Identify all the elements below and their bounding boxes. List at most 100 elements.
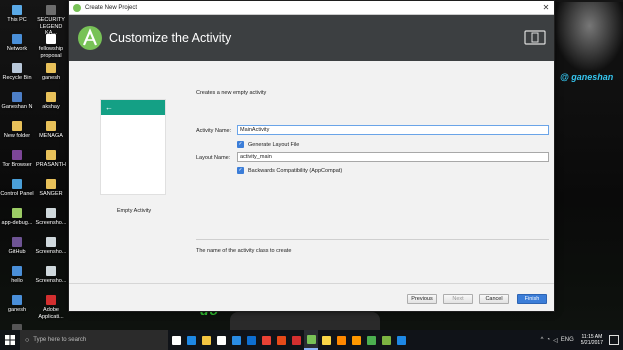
- check-icon: ✓: [237, 167, 244, 174]
- desktop-icon[interactable]: Screensho...: [34, 208, 68, 227]
- desktop-icon[interactable]: Adobe Applicati...: [34, 295, 68, 320]
- chevron-up-icon[interactable]: ^: [541, 337, 544, 343]
- dialog-footer: Previous Next Cancel Finish: [69, 283, 554, 311]
- desktop-icon[interactable]: New folder: [0, 121, 34, 140]
- backwards-compat-label: Backwards Compatibility (AppCompat): [248, 167, 343, 174]
- taskbar-android-button[interactable]: [379, 330, 393, 350]
- desktop-icon[interactable]: MENAGA: [34, 121, 68, 140]
- desktop-icon[interactable]: GitHub: [0, 237, 34, 256]
- desktop-icon-label: GitHub: [8, 249, 26, 255]
- shortcut-icon: [12, 34, 22, 44]
- desktop-icon-label: Recycle Bin: [2, 75, 32, 81]
- shortcut-icon: [46, 92, 56, 102]
- taskbar-search[interactable]: ○ Type here to search: [20, 330, 168, 350]
- desktop-icon[interactable]: ganesh: [0, 295, 34, 314]
- notifications-icon[interactable]: [609, 335, 619, 345]
- shortcut-icon: [46, 150, 56, 160]
- language-indicator[interactable]: ENG: [561, 337, 574, 343]
- taskbar-photos-button[interactable]: [364, 330, 378, 350]
- taskbar-chrome-button[interactable]: [259, 330, 273, 350]
- desktop-icon-label: Adobe Applicati...: [38, 307, 64, 320]
- previous-button[interactable]: Previous: [407, 294, 437, 304]
- desktop-icon-label: Screensho...: [35, 249, 67, 255]
- file-explorer-icon: [201, 335, 211, 345]
- desktop-icon[interactable]: Ganeshan N: [0, 92, 34, 111]
- taskbar-android-studio-button[interactable]: [304, 330, 318, 350]
- divider: [196, 239, 549, 240]
- field-hint: The name of the activity class to create: [196, 248, 292, 254]
- cancel-button[interactable]: Cancel: [479, 294, 509, 304]
- task-view-icon: [171, 335, 181, 345]
- shortcut-icon: [12, 121, 22, 131]
- wifi-icon[interactable]: ◔: [546, 337, 550, 343]
- taskbar-pdf-button[interactable]: [289, 330, 303, 350]
- desktop-icon[interactable]: hello: [0, 266, 34, 285]
- shortcut-icon: [46, 121, 56, 131]
- template-name: Empty Activity: [116, 208, 152, 214]
- profile-photo: [556, 2, 623, 70]
- android-icon: [381, 335, 391, 345]
- check-icon: ✓: [237, 141, 244, 148]
- sticky-notes-icon: [321, 335, 331, 345]
- activity-name-label: Activity Name:: [196, 128, 232, 134]
- search-placeholder: Type here to search: [33, 337, 87, 343]
- shortcut-icon: [46, 179, 56, 189]
- taskbar-edge-button[interactable]: [184, 330, 198, 350]
- desktop-icon[interactable]: akshay: [34, 92, 68, 111]
- taskbar-photoshop-button[interactable]: [229, 330, 243, 350]
- taskbar-mail-button[interactable]: [394, 330, 408, 350]
- activity-name-input[interactable]: [237, 125, 549, 135]
- desktop-icon[interactable]: Screensho...: [34, 266, 68, 285]
- desktop-icon-label: Network: [6, 46, 28, 52]
- taskbar-office-button[interactable]: [274, 330, 288, 350]
- back-arrow-icon: ←: [105, 103, 113, 112]
- desktop-icon-label: app-debug...: [1, 220, 33, 226]
- taskbar-task-view-button[interactable]: [169, 330, 183, 350]
- desktop-icon-label: hello: [11, 278, 23, 284]
- desktop-icon[interactable]: This PC: [0, 5, 34, 24]
- shortcut-icon: [12, 150, 22, 160]
- backwards-compat-checkbox[interactable]: ✓ Backwards Compatibility (AppCompat): [237, 167, 342, 174]
- desktop-icon[interactable]: Screensho...: [34, 237, 68, 256]
- next-button[interactable]: Next: [443, 294, 473, 304]
- desktop-icon-label: Control Panel: [0, 191, 34, 197]
- desktop-icon[interactable]: PRASANTH: [34, 150, 68, 169]
- shortcut-icon: [12, 92, 22, 102]
- taskbar-sticky-notes-button[interactable]: [319, 330, 333, 350]
- taskbar-teamviewer-button[interactable]: [244, 330, 258, 350]
- taskbar-vlc-button[interactable]: [334, 330, 348, 350]
- photos-icon: [366, 335, 376, 345]
- desktop-icon-label: Ganeshan N: [1, 104, 33, 110]
- desktop-icon-label: akshay: [42, 104, 60, 110]
- clock[interactable]: 11:15 AM 5/21/2017: [581, 334, 603, 347]
- desktop-icon[interactable]: fellowship proposal: [34, 34, 68, 59]
- layout-name-input[interactable]: [237, 152, 549, 162]
- desktop-icon[interactable]: Network: [0, 34, 34, 53]
- finish-button[interactable]: Finish: [517, 294, 547, 304]
- close-icon[interactable]: ✕: [538, 1, 554, 15]
- desktop-icon[interactable]: app-debug...: [0, 208, 34, 227]
- generate-layout-checkbox[interactable]: ✓ Generate Layout File: [237, 141, 299, 148]
- activity-description: Creates a new empty activity: [196, 90, 267, 96]
- desktop-icon[interactable]: Recycle Bin: [0, 63, 34, 82]
- shortcut-icon: [46, 208, 56, 218]
- desktop-icon[interactable]: ganesh: [34, 63, 68, 82]
- volume-icon[interactable]: ◁: [553, 337, 558, 344]
- taskbar-store-button[interactable]: [214, 330, 228, 350]
- taskbar-sublime-button[interactable]: [349, 330, 363, 350]
- desktop-icon-label: MENAGA: [39, 133, 63, 139]
- taskbar-file-explorer-button[interactable]: [199, 330, 213, 350]
- start-button[interactable]: [0, 330, 20, 350]
- desktop-icon[interactable]: Tor Browser: [0, 150, 34, 169]
- desktop-icon[interactable]: SANGER: [34, 179, 68, 198]
- dialog-titlebar: Create New Project ✕: [69, 1, 554, 15]
- desktop-icon-label: Screensho...: [35, 220, 67, 226]
- desktop-icon[interactable]: SECURITY LEGEND KA...: [34, 5, 68, 37]
- desktop-icon[interactable]: Control Panel: [0, 179, 34, 198]
- shortcut-icon: [46, 295, 56, 305]
- search-icon: ○: [25, 336, 30, 344]
- edge-icon: [186, 335, 196, 345]
- layout-name-label: Layout Name:: [196, 155, 231, 161]
- shortcut-icon: [46, 266, 56, 276]
- taskbar: ○ Type here to search ^ ◔ ◁ ENG 11:15 AM…: [0, 330, 623, 350]
